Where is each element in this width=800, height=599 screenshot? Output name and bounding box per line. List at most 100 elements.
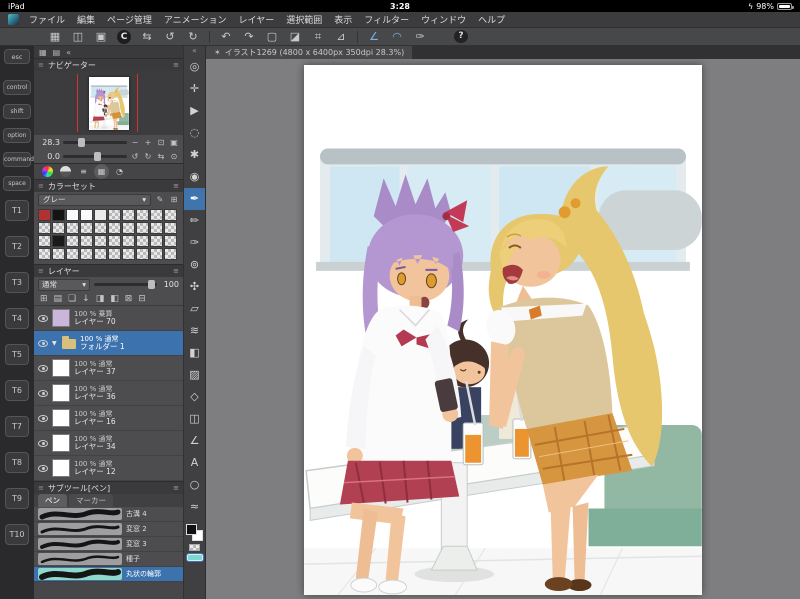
menu-item[interactable]: ファイル (29, 13, 65, 26)
rotate-cw-icon[interactable]: ↻ (186, 29, 200, 45)
subtool-tab[interactable]: ペン (38, 494, 67, 507)
color-history-icon[interactable]: ◔ (114, 166, 125, 177)
palette-list-icon[interactable]: ▤ (53, 48, 61, 57)
clipping-icon[interactable]: ◧ (110, 294, 119, 304)
edge-key[interactable]: T5 (5, 344, 29, 365)
zoom-in-icon[interactable]: + (143, 138, 153, 147)
color-swatch[interactable] (150, 235, 163, 247)
rotate-cw-icon[interactable]: ↻ (143, 152, 153, 161)
color-swatch[interactable] (150, 209, 163, 221)
brush-item[interactable]: 丸状の輪郭 (34, 567, 183, 582)
edge-key[interactable]: T10 (5, 524, 29, 545)
clip-studio-logo-icon[interactable]: C (117, 29, 131, 44)
color-set-header[interactable]: ≡ カラーセット ≡ (34, 179, 183, 192)
menu-item[interactable]: 編集 (77, 13, 95, 26)
color-swatch[interactable] (108, 235, 121, 247)
color-swatch[interactable] (38, 235, 51, 247)
pen-tool[interactable]: ✒ (184, 188, 205, 210)
color-swatch[interactable] (164, 248, 177, 260)
duplicate-layer-icon[interactable]: ❏ (68, 294, 76, 304)
reset-view-icon[interactable]: ⊙ (169, 152, 179, 161)
rotation-slider[interactable] (63, 151, 127, 161)
color-set-select[interactable]: グレー ▾ (38, 193, 151, 206)
collapse-tools-icon[interactable]: « (192, 46, 197, 56)
airbrush-tool[interactable]: ⊚ (184, 254, 205, 276)
layer-mask-icon[interactable]: ◨ (96, 294, 105, 304)
flip-horizontal-icon[interactable]: ⇆ (140, 29, 154, 45)
zoom-tool[interactable]: ◎ (184, 56, 205, 78)
workspace-grid-icon[interactable]: ▦ (39, 48, 47, 57)
brush-item[interactable]: 変窓 2 (34, 522, 183, 537)
edge-key[interactable]: space (3, 176, 31, 191)
redo-icon[interactable]: ↷ (242, 29, 256, 45)
color-swatch[interactable] (38, 248, 51, 260)
color-swatch[interactable] (52, 248, 65, 260)
folder-expand-icon[interactable]: ▼ (52, 340, 58, 347)
palette-menu-icon[interactable]: ≡ (173, 267, 179, 275)
color-slider-icon[interactable]: ≡ (78, 166, 89, 177)
edge-key[interactable]: T3 (5, 272, 29, 293)
menu-item[interactable]: 選択範囲 (286, 13, 322, 26)
edge-key[interactable]: shift (3, 104, 31, 119)
figure-tool[interactable]: ◇ (184, 386, 205, 408)
pencil-tool[interactable]: ✏ (184, 210, 205, 232)
canvas-grid-icon[interactable]: ▦ (48, 29, 62, 45)
help-icon[interactable]: ? (454, 30, 468, 43)
rotate-ccw-icon[interactable]: ↺ (163, 29, 177, 45)
edge-key[interactable]: esc (4, 49, 30, 64)
edge-key[interactable]: T2 (5, 236, 29, 257)
color-circle-icon[interactable] (60, 166, 71, 177)
auto-select-tool[interactable]: ✱ (184, 144, 205, 166)
color-swatch[interactable] (38, 222, 51, 234)
app-logo-icon[interactable] (8, 14, 19, 25)
color-swatch[interactable] (66, 222, 79, 234)
subtool-palette-header[interactable]: ≡ サブツール[ペン] ≡ (34, 481, 183, 494)
layer-visibility-icon[interactable] (38, 314, 48, 322)
menu-item[interactable]: ヘルプ (478, 13, 505, 26)
separator[interactable] (357, 30, 358, 43)
layer-visibility-icon[interactable] (38, 439, 48, 447)
layer-visibility-icon[interactable] (38, 364, 48, 372)
layer-visibility-icon[interactable] (38, 339, 48, 347)
snap-to-ruler-icon[interactable]: ∠ (367, 29, 381, 45)
brush-item[interactable]: 古溝 4 (34, 507, 183, 522)
color-swatch[interactable] (80, 248, 93, 260)
edit-color-set-icon[interactable]: ✎ (155, 195, 165, 204)
color-swatch[interactable] (94, 235, 107, 247)
color-swatch[interactable] (150, 248, 163, 260)
menu-item[interactable]: ウィンドウ (421, 13, 466, 26)
edge-key[interactable]: T4 (5, 308, 29, 329)
fill-tool[interactable]: ◧ (184, 342, 205, 364)
menu-item[interactable]: 表示 (334, 13, 352, 26)
selection-launcher-icon[interactable]: ⌗ (311, 29, 325, 45)
blend-mode-select[interactable]: 通常 ▾ (38, 278, 90, 291)
opacity-slider[interactable] (94, 280, 157, 289)
edge-key[interactable]: T7 (5, 416, 29, 437)
layer-row[interactable]: ▼ 100 % 通常 レイヤー 36 (34, 381, 183, 406)
color-swatch[interactable] (66, 248, 79, 260)
edge-key[interactable]: option (3, 128, 31, 143)
edge-key[interactable]: T1 (5, 200, 29, 221)
layer-visibility-icon[interactable] (38, 389, 48, 397)
ruler-tool[interactable]: ∠ (184, 430, 205, 452)
canvas-page[interactable] (304, 65, 702, 595)
color-set-icon[interactable]: ▦ (96, 166, 107, 177)
color-swatch[interactable] (94, 248, 107, 260)
frame-border-tool[interactable]: ◫ (184, 408, 205, 430)
merge-down-icon[interactable]: ↓ (82, 294, 90, 304)
invert-selection-icon[interactable]: ◪ (288, 29, 302, 45)
color-swatch[interactable] (66, 235, 79, 247)
eraser-tool[interactable]: ▱ (184, 298, 205, 320)
decoration-tool[interactable]: ✣ (184, 276, 205, 298)
color-wheel-icon[interactable] (42, 166, 53, 177)
blend-tool[interactable]: ≋ (184, 320, 205, 342)
menu-item[interactable]: フィルター (364, 13, 409, 26)
brush-item[interactable]: 変窓 3 (34, 537, 183, 552)
palette-menu-icon[interactable]: ≡ (173, 61, 179, 69)
move-tool[interactable]: ✛ (184, 78, 205, 100)
color-swatch[interactable] (164, 235, 177, 247)
color-swatch[interactable] (80, 235, 93, 247)
document-tab[interactable]: ✶ イラスト1269 (4800 x 6400px 350dpi 28.3%) (206, 46, 413, 59)
rotate-ccw-icon[interactable]: ↺ (130, 152, 140, 161)
delete-layer-icon[interactable]: ⊟ (138, 294, 146, 304)
